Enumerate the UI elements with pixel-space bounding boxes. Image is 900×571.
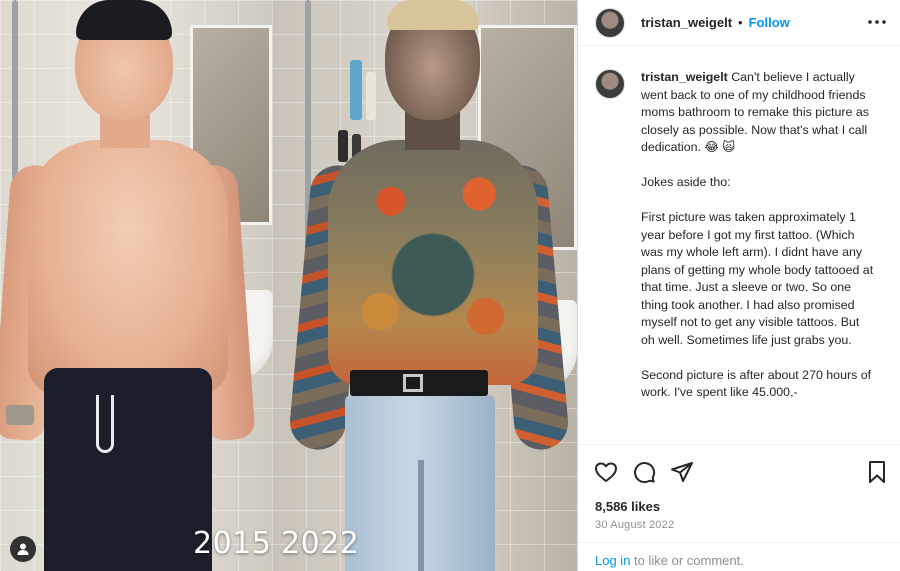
person-2015-pants [44,368,212,571]
caption-paragraph: tristan_weigelt Can't believe I actually… [641,69,876,157]
person-2015-cap [76,0,172,40]
post-photo[interactable]: 2015 2022 [0,0,577,571]
person-2022-belt-buckle [403,374,423,392]
comment-icon[interactable] [631,459,657,485]
person-2015-watch [6,405,34,425]
instagram-post: 2015 2022 tristan_weigelt • Follow trist… [0,0,900,571]
caption-username[interactable]: tristan_weigelt [641,70,728,84]
avatar[interactable] [595,7,625,38]
person-2022-tattooed-torso [328,140,538,385]
caption-avatar[interactable] [595,69,625,99]
likes-count[interactable]: 8,586 likes [595,499,660,514]
person-2022-hair [387,0,479,30]
post-date[interactable]: 30 August 2022 [595,519,674,531]
login-link[interactable]: Log in [595,553,630,568]
bookmark-icon[interactable] [864,459,890,485]
login-prompt-text: to like or comment. [630,553,744,568]
shelf-bottle [338,130,348,162]
follow-button[interactable]: Follow [749,15,790,30]
shelf-bottle [366,72,376,120]
person-2015-drawstring [96,395,114,453]
login-prompt: Log in to like or comment. [578,542,900,571]
caption-paragraph-2: Jokes aside tho: [641,175,731,189]
person-tag-icon[interactable] [10,536,36,562]
caption-paragraph-4: Second picture is after about 270 hours … [641,367,875,400]
person-2015-torso [28,140,228,395]
header-separator: • [738,15,743,30]
caption-paragraph-3: First picture was taken approximately 1 … [641,210,877,347]
year-label-2022: 2022 [281,526,360,561]
caption-text: tristan_weigelt Can't believe I actually… [641,69,876,443]
action-bar [578,444,900,496]
shelf-bottle [350,60,362,120]
person-2022-jeans-seam [418,460,424,571]
caption-area: tristan_weigelt Can't believe I actually… [578,47,900,443]
post-side-panel: tristan_weigelt • Follow tristan_weigelt… [577,0,900,571]
year-label-2015: 2015 [193,526,272,561]
heart-icon[interactable] [593,459,619,485]
post-header: tristan_weigelt • Follow [578,0,900,46]
shower-pipe-2015 [12,0,18,180]
header-username[interactable]: tristan_weigelt [641,15,732,30]
share-icon[interactable] [669,459,695,485]
more-options-icon[interactable] [867,12,887,32]
